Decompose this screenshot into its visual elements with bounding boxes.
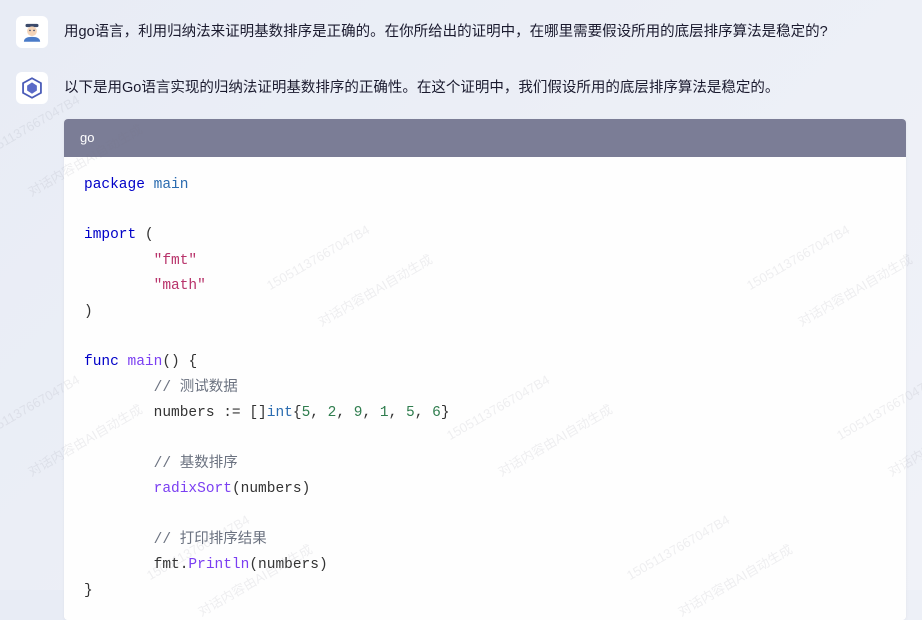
code-token: package — [84, 177, 145, 193]
code-token: fmt. — [84, 557, 188, 573]
assistant-message-row: 以下是用Go语言实现的归纳法证明基数排序的正确性。在这个证明中，我们假设所用的底… — [16, 72, 906, 620]
code-token: // 基数排序 — [154, 456, 238, 472]
assistant-avatar-icon — [19, 75, 45, 101]
assistant-intro-text: 以下是用Go语言实现的归纳法证明基数排序的正确性。在这个证明中，我们假设所用的底… — [64, 76, 906, 101]
code-token — [119, 354, 128, 370]
code-token: // 测试数据 — [154, 380, 238, 396]
code-token: main — [128, 354, 163, 370]
code-token — [84, 278, 154, 294]
user-message-content: 用go语言，利用归纳法来证明基数排序是正确的。在你所给出的证明中，在哪里需要假设… — [64, 16, 906, 45]
code-token: ) — [302, 481, 311, 497]
code-token: ) — [319, 557, 328, 573]
code-token: numbers — [258, 557, 319, 573]
user-avatar-icon — [19, 19, 45, 45]
code-token — [136, 227, 145, 243]
user-message-text: 用go语言，利用归纳法来证明基数排序是正确的。在你所给出的证明中，在哪里需要假设… — [64, 24, 828, 40]
code-token: import — [84, 227, 136, 243]
code-token — [145, 177, 154, 193]
code-token: ] — [258, 405, 267, 421]
code-token — [84, 456, 154, 472]
code-token: } — [84, 583, 93, 599]
code-token: 6 — [432, 405, 441, 421]
chat-container: 用go语言，利用归纳法来证明基数排序是正确的。在你所给出的证明中，在哪里需要假设… — [0, 0, 922, 620]
code-token: := — [223, 405, 249, 421]
code-token — [84, 481, 154, 497]
code-token: { — [293, 405, 302, 421]
code-token: radixSort — [154, 481, 232, 497]
code-token: , — [362, 405, 379, 421]
code-token: , — [389, 405, 406, 421]
code-token — [84, 380, 154, 396]
code-token: func — [84, 354, 119, 370]
code-token: , — [415, 405, 432, 421]
code-token: } — [441, 405, 450, 421]
code-body[interactable]: package main import ( "fmt" "math" ) fun… — [64, 157, 906, 620]
code-token: // 打印排序结果 — [154, 532, 267, 548]
assistant-avatar — [16, 72, 48, 104]
code-token: , — [310, 405, 327, 421]
assistant-message-content: 以下是用Go语言实现的归纳法证明基数排序的正确性。在这个证明中，我们假设所用的底… — [64, 72, 906, 620]
code-language-label: go — [64, 119, 906, 157]
code-token: ( — [145, 227, 154, 243]
user-message-row: 用go语言，利用归纳法来证明基数排序是正确的。在你所给出的证明中，在哪里需要假设… — [16, 16, 906, 48]
code-token — [84, 253, 154, 269]
code-token: { — [188, 354, 197, 370]
code-token: "fmt" — [154, 253, 198, 269]
code-token: numbers — [84, 405, 223, 421]
code-token: main — [154, 177, 189, 193]
code-token: "math" — [154, 278, 206, 294]
code-token: ( — [249, 557, 258, 573]
code-token: () — [162, 354, 179, 370]
code-token: numbers — [241, 481, 302, 497]
code-token: 1 — [380, 405, 389, 421]
code-token: Println — [188, 557, 249, 573]
code-token: int — [267, 405, 293, 421]
user-avatar — [16, 16, 48, 48]
code-token: [ — [249, 405, 258, 421]
code-block: go package main import ( "fmt" "math" ) … — [64, 119, 906, 620]
code-token: , — [336, 405, 353, 421]
code-token: ) — [84, 304, 93, 320]
code-token: 5 — [302, 405, 311, 421]
code-token: ( — [232, 481, 241, 497]
code-token: 5 — [406, 405, 415, 421]
code-token — [84, 532, 154, 548]
